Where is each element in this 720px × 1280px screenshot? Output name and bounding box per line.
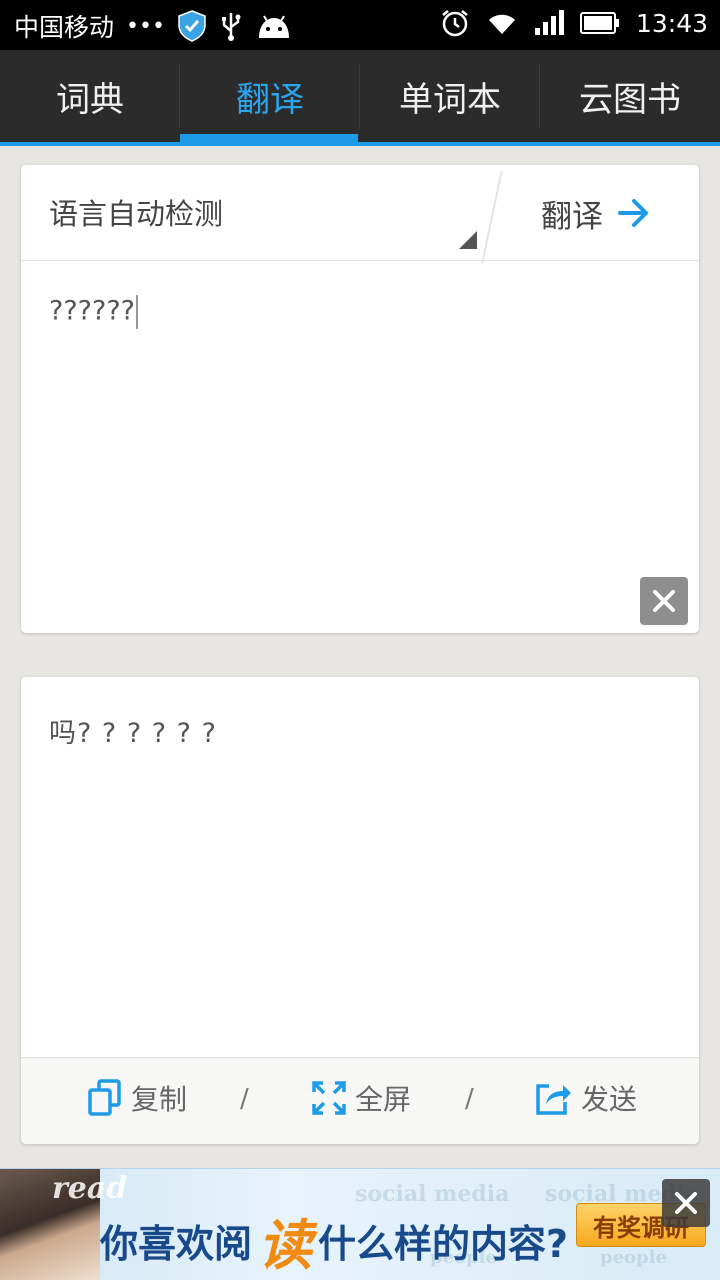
source-text-input[interactable]: ?????? [49, 295, 138, 329]
arrow-right-icon [617, 197, 651, 229]
tab-wordbook[interactable]: 单词本 [360, 50, 540, 142]
copy-button[interactable]: 复制 [87, 1078, 187, 1118]
source-text-value: ?????? [49, 295, 135, 327]
dropdown-corner-icon [459, 231, 477, 249]
tab-dictionary[interactable]: 词典 [0, 50, 180, 142]
input-card: 语言自动检测 翻译 ?????? [21, 165, 699, 633]
usb-icon [219, 11, 243, 41]
ad-banner[interactable]: social media social media people people … [0, 1168, 720, 1280]
status-bar: 中国移动 ••• 13:43 [0, 0, 720, 50]
output-card: 吗? ? ? ? ? ? 复制 / 全屏 / 发送 [21, 677, 699, 1144]
ad-headline-part1: 你喜欢阅 [100, 1222, 253, 1266]
translate-button[interactable]: 翻译 [541, 165, 699, 261]
copy-icon [88, 1079, 121, 1116]
text-cursor [135, 295, 138, 329]
translate-button-label: 翻译 [541, 198, 603, 235]
send-button[interactable]: 发送 [535, 1078, 637, 1118]
tab-bar: 词典 翻译 单词本 云图书 [0, 50, 720, 146]
android-debug-icon [255, 12, 293, 40]
ad-headline-accent: 读 [258, 1214, 313, 1277]
tab-cloud-books[interactable]: 云图书 [540, 50, 720, 142]
toolbar-separator: / [240, 1084, 249, 1114]
language-row: 语言自动检测 翻译 [21, 165, 699, 263]
share-icon [536, 1084, 571, 1115]
close-icon [675, 1192, 697, 1214]
language-select[interactable]: 语言自动检测 [49, 191, 223, 233]
wifi-icon [486, 10, 518, 36]
notification-dots: ••• [126, 13, 165, 39]
ad-background-word: people [600, 1247, 667, 1268]
toolbar-separator: / [465, 1084, 474, 1114]
clock-time: 13:43 [635, 8, 708, 38]
tab-translate[interactable]: 翻译 [180, 50, 360, 142]
result-toolbar: 复制 / 全屏 / 发送 [21, 1057, 699, 1144]
clear-input-button[interactable] [640, 577, 688, 625]
fullscreen-label: 全屏 [355, 1083, 412, 1116]
ad-close-button[interactable] [662, 1179, 710, 1227]
divider [481, 171, 503, 263]
alarm-icon [440, 8, 470, 38]
battery-icon [579, 12, 620, 34]
shield-icon [177, 10, 207, 42]
send-label: 发送 [581, 1083, 638, 1116]
fullscreen-icon [312, 1081, 346, 1115]
ad-headline: 你喜欢阅 读 什么样的内容? [100, 1201, 568, 1280]
fullscreen-button[interactable]: 全屏 [311, 1078, 411, 1118]
active-tab-indicator [180, 134, 358, 142]
carrier-name: 中国移动 [14, 13, 115, 42]
copy-label: 复制 [131, 1083, 188, 1116]
ad-headline-part2: 什么样的内容? [318, 1222, 569, 1266]
close-icon [653, 590, 675, 612]
signal-icon [534, 10, 564, 36]
translation-result: 吗? ? ? ? ? ? [49, 718, 217, 749]
